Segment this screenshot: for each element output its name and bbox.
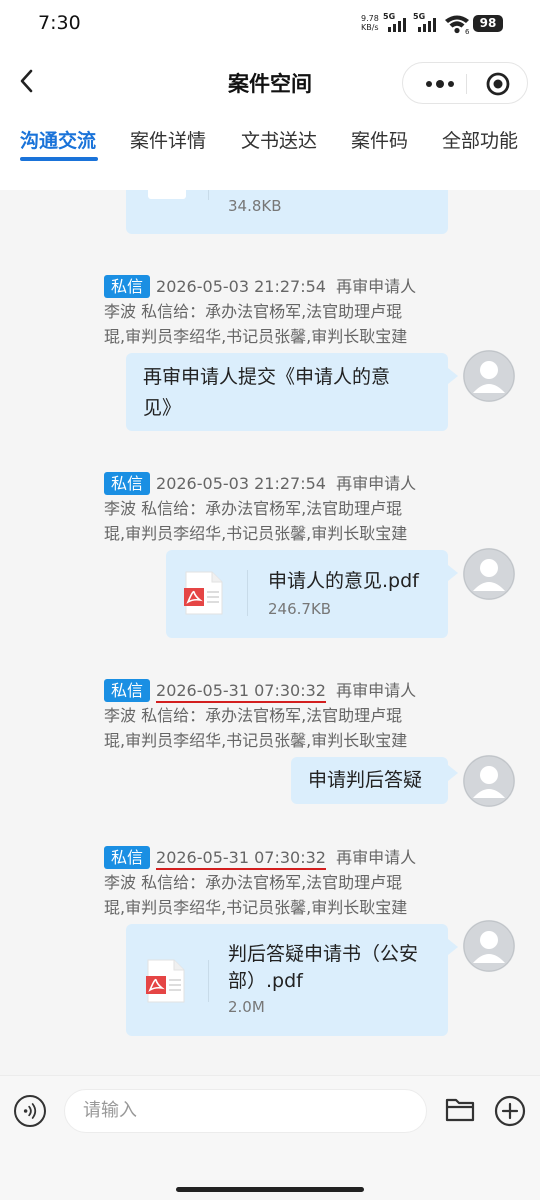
- target-icon[interactable]: [483, 71, 513, 97]
- active-tab-indicator: [20, 157, 98, 161]
- more-dots-icon[interactable]: [417, 63, 463, 105]
- tab-bar: 沟通交流 案件详情 文书送达 案件码 全部功能: [0, 112, 540, 190]
- tab-case-code[interactable]: 案件码: [351, 126, 408, 153]
- tab-document-delivery[interactable]: 文书送达: [241, 126, 317, 153]
- message-timestamp: 2026-05-31 07:30:32: [156, 681, 326, 703]
- tab-communication[interactable]: 沟通交流: [20, 126, 96, 153]
- private-message-badge: 私信: [104, 275, 151, 298]
- private-message-badge: 私信: [104, 846, 151, 869]
- svg-text:6: 6: [465, 28, 470, 34]
- bubble-tail: [448, 368, 458, 384]
- sender-recipients: 李波 私信给：承办法官杨军,法官助理卢琨: [104, 706, 403, 725]
- message-input[interactable]: 请输入: [64, 1089, 427, 1133]
- status-bar: 7:30 9.78 KB/s 5G 5G 6 98: [0, 0, 540, 50]
- message-meta: 私信 2026-05-31 07:30:32 再审申请人 李波 私信给：承办法官杨…: [104, 845, 464, 920]
- chat-list[interactable]: 34.8KB 私信 2026-05-03 21:27:54 再审申请人 李波 私信…: [0, 190, 540, 1075]
- sender-recipients-cont: 琨,审判员李绍华,书记员张馨,审判长耿宝建: [104, 731, 408, 750]
- sender-recipients-cont: 琨,审判员李绍华,书记员张馨,审判长耿宝建: [104, 898, 408, 917]
- message-text: 申请判后答疑: [308, 769, 423, 791]
- message-meta: 私信 2026-05-03 21:27:54 再审申请人 李波 私信给：承办法官杨…: [104, 471, 464, 546]
- message-timestamp: 2026-05-03 21:27:54: [156, 474, 326, 493]
- bubble-tail: [448, 565, 458, 581]
- status-time: 7:30: [38, 12, 81, 34]
- sender-role: 再审申请人: [336, 277, 417, 296]
- bubble-tail: [448, 939, 458, 955]
- sender-role: 再审申请人: [336, 474, 417, 493]
- bubble-tail: [448, 765, 458, 781]
- message-timestamp: 2026-05-03 21:27:54: [156, 277, 326, 296]
- pdf-file-icon: [184, 571, 223, 615]
- private-message-badge: 私信: [104, 679, 151, 702]
- message-meta: 私信 2026-05-31 07:30:32 再审申请人 李波 私信给：承办法官杨…: [104, 678, 464, 753]
- mini-program-capsule: [402, 62, 528, 104]
- user-avatar-icon: [463, 755, 515, 807]
- avatar[interactable]: [463, 350, 515, 402]
- network-speed: 9.78 KB/s: [361, 14, 379, 32]
- sender-recipients: 李波 私信给：承办法官杨军,法官助理卢琨: [104, 873, 403, 892]
- sender-role: 再审申请人: [336, 848, 417, 867]
- sender-recipients: 李波 私信给：承办法官杨军,法官助理卢琨: [104, 302, 403, 321]
- battery-indicator: 98: [473, 15, 503, 32]
- avatar[interactable]: [463, 920, 515, 972]
- avatar[interactable]: [463, 548, 515, 600]
- file-size: 246.7KB: [268, 600, 332, 618]
- voice-icon[interactable]: [14, 1095, 46, 1127]
- message-text: 再审申请人提交《申请人的意 见》: [143, 366, 391, 419]
- file-divider: [247, 570, 248, 616]
- user-avatar-icon: [463, 920, 515, 972]
- avatar[interactable]: [463, 755, 515, 807]
- pdf-file-icon: [146, 959, 185, 1003]
- private-message-badge: 私信: [104, 472, 151, 495]
- tab-case-details[interactable]: 案件详情: [130, 126, 206, 153]
- user-avatar-icon: [463, 548, 515, 600]
- sender-recipients: 李波 私信给：承办法官杨军,法官助理卢琨: [104, 499, 403, 518]
- wifi-icon: 6: [445, 15, 470, 34]
- user-avatar-icon: [463, 350, 515, 402]
- file-divider: [208, 960, 209, 1002]
- title-bar: 案件空间: [0, 50, 540, 112]
- file-size: 34.8KB: [228, 197, 282, 215]
- input-bar: 请输入: [0, 1075, 540, 1200]
- sender-role: 再审申请人: [336, 681, 417, 700]
- capsule-divider: [466, 74, 467, 94]
- file-divider: [208, 190, 209, 200]
- home-indicator: [176, 1187, 364, 1192]
- sender-recipients-cont: 琨,审判员李绍华,书记员张馨,审判长耿宝建: [104, 524, 408, 543]
- pdf-file-icon: [148, 190, 186, 199]
- file-name: 判后答疑申请书（公安 部）.pdf: [228, 943, 419, 992]
- tab-all-functions[interactable]: 全部功能: [442, 126, 518, 153]
- folder-icon[interactable]: [444, 1094, 476, 1124]
- message-meta: 私信 2026-05-03 21:27:54 再审申请人 李波 私信给：承办法官杨…: [104, 274, 464, 349]
- message-timestamp: 2026-05-31 07:30:32: [156, 848, 326, 870]
- sender-recipients-cont: 琨,审判员李绍华,书记员张馨,审判长耿宝建: [104, 327, 408, 346]
- file-name: 申请人的意见.pdf: [268, 570, 419, 592]
- file-size: 2.0M: [228, 998, 265, 1016]
- plus-circle-icon[interactable]: [494, 1095, 526, 1127]
